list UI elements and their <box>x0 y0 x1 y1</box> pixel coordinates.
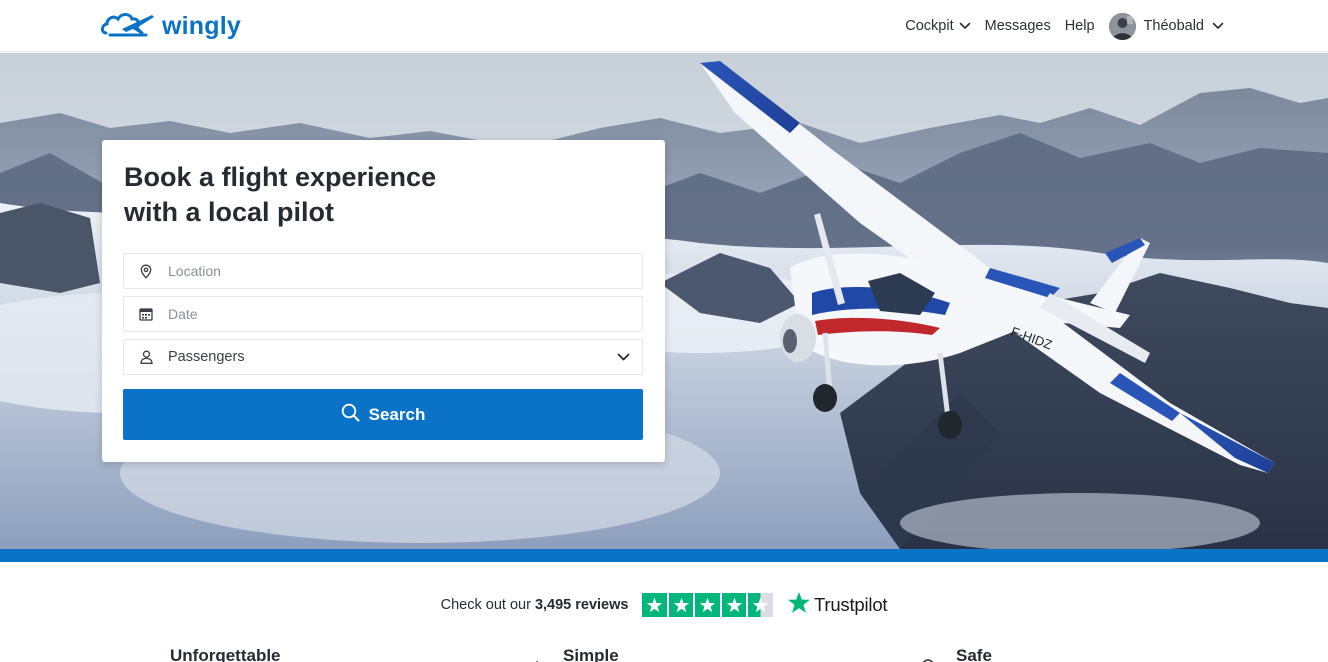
nav-cockpit-label: Cockpit <box>905 18 954 34</box>
half-star-icon <box>748 593 773 617</box>
avatar <box>1108 12 1136 40</box>
passengers-select[interactable]: Passengers <box>123 339 643 375</box>
trustpilot-logo[interactable]: Trustpilot <box>787 591 888 619</box>
feature-safe-title: Safe <box>956 646 992 662</box>
location-input[interactable] <box>168 263 608 279</box>
feature-safe-icon <box>921 656 935 662</box>
nav-help-label: Help <box>1064 18 1095 34</box>
star-icon <box>668 593 694 617</box>
top-navigation-bar: wingly Cockpit Messages Help Théobald <box>0 0 1328 52</box>
main-nav: Cockpit Messages Help Théobald <box>905 0 1224 52</box>
user-menu[interactable]: Théobald <box>1108 12 1224 40</box>
reviews-prefix: Check out our <box>440 597 531 613</box>
nav-cockpit[interactable]: Cockpit <box>905 18 970 34</box>
star-icon <box>721 593 747 617</box>
location-pin-icon <box>138 263 154 279</box>
logo-text: wingly <box>162 11 241 40</box>
wingly-logo[interactable]: wingly <box>100 6 241 46</box>
nav-messages-label: Messages <box>984 18 1051 34</box>
date-field[interactable] <box>123 296 643 332</box>
trustpilot-star-icon <box>787 591 811 619</box>
feature-simple-title: Simple <box>563 646 619 662</box>
feature-simple-icon <box>530 656 544 662</box>
search-card-title: Book a flight experience with a local pi… <box>124 160 544 230</box>
chevron-down-icon <box>1212 18 1224 34</box>
search-icon <box>341 403 360 427</box>
feature-unforgettable-title: Unforgettable <box>170 646 281 662</box>
location-field[interactable] <box>123 253 643 289</box>
user-icon <box>138 349 154 365</box>
date-input[interactable] <box>168 306 608 322</box>
calendar-icon <box>138 306 154 322</box>
title-line-1: Book a flight experience <box>124 162 437 192</box>
star-icon <box>642 593 667 617</box>
chevron-down-icon <box>959 18 971 34</box>
nav-help[interactable]: Help <box>1065 18 1095 34</box>
hero-bottom-strip <box>0 549 1328 562</box>
user-name: Théobald <box>1143 18 1204 34</box>
nav-messages[interactable]: Messages <box>985 18 1051 34</box>
wingly-logo-icon <box>100 9 156 44</box>
search-button[interactable]: Search <box>123 389 643 440</box>
features-row: Unforgettable Simple Safe <box>0 646 1328 662</box>
trustpilot-brand: Trustpilot <box>813 594 888 615</box>
reviews-bar: Check out our 3,495 reviews Trustpilot <box>0 588 1328 622</box>
reviews-count: 3,495 reviews <box>534 597 629 613</box>
search-card: Book a flight experience with a local pi… <box>102 140 665 462</box>
title-line-2: with a local pilot <box>124 197 335 227</box>
trustpilot-rating-stars <box>642 593 773 617</box>
search-button-label: Search <box>368 404 426 424</box>
chevron-down-icon <box>617 348 630 366</box>
star-icon <box>695 593 720 617</box>
reviews-text[interactable]: Check out our 3,495 reviews <box>441 597 629 613</box>
passengers-label: Passengers <box>168 349 245 365</box>
